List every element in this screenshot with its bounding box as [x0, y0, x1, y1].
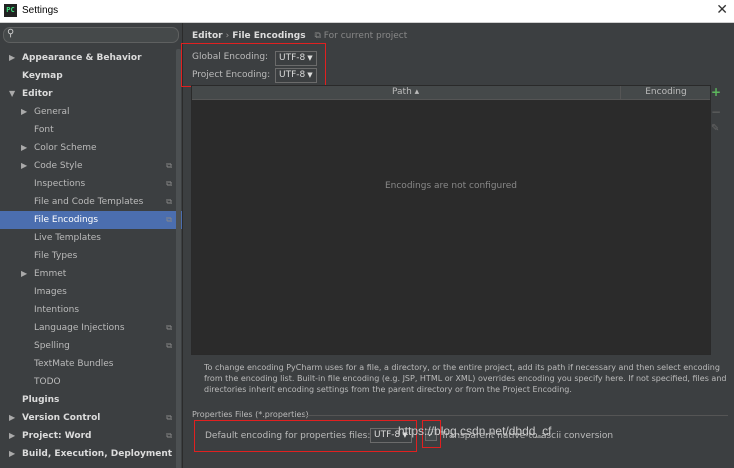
- chevron-right-icon[interactable]: ▶: [9, 445, 15, 463]
- sidebar-item-color-scheme[interactable]: ▶ Color Scheme: [0, 139, 182, 157]
- sidebar-item-label: Keymap: [22, 71, 63, 81]
- table-header: Path ▴ Encoding: [192, 86, 710, 100]
- sidebar-item-todo[interactable]: TODO: [0, 373, 182, 391]
- sidebar-item-label: File Encodings: [34, 215, 99, 225]
- project-scope-icon: ⧉: [166, 215, 172, 224]
- sidebar-scrollbar[interactable]: [176, 49, 181, 468]
- sidebar-item-label: File Types: [34, 251, 78, 261]
- close-icon[interactable]: ✕: [716, 2, 728, 18]
- sidebar-item-editor[interactable]: ▼ Editor: [0, 85, 182, 103]
- project-scope-label: For current project: [323, 31, 408, 41]
- sidebar-item-emmet[interactable]: ▶ Emmet: [0, 265, 182, 283]
- chevron-down-icon[interactable]: ▼: [9, 85, 15, 103]
- highlight-box-encodings: [181, 43, 326, 87]
- properties-section-title: Properties Files (*.properties): [192, 410, 309, 419]
- column-header-encoding[interactable]: Encoding: [620, 86, 711, 99]
- sidebar-item-live-templates[interactable]: Live Templates: [0, 229, 182, 247]
- encodings-table[interactable]: Path ▴ Encoding Encodings are not config…: [191, 85, 711, 355]
- sidebar-item-images[interactable]: Images: [0, 283, 182, 301]
- chevron-right-icon[interactable]: ▶: [21, 265, 27, 283]
- breadcrumb-parent: Editor: [192, 31, 223, 41]
- sidebar-item-general[interactable]: ▶ General: [0, 103, 182, 121]
- chevron-right-icon[interactable]: ▶: [9, 427, 15, 445]
- sidebar-item-build-execution-deployment[interactable]: ▶ Build, Execution, Deployment: [0, 445, 182, 463]
- edit-icon[interactable]: ✎: [711, 123, 719, 134]
- sidebar-item-label: Editor: [22, 89, 53, 99]
- settings-sidebar: ⚲ ▶ Appearance & Behavior Keymap ▼ Editor ▶ Ge…: [0, 23, 183, 468]
- copy-icon: ⧉: [314, 31, 321, 41]
- sidebar-item-code-style[interactable]: ▶ Code Style ⧉: [0, 157, 182, 175]
- highlight-box-properties-encoding: [194, 420, 417, 452]
- sidebar-item-intentions[interactable]: Intentions: [0, 301, 182, 319]
- sidebar-item-label: Color Scheme: [34, 143, 97, 153]
- sidebar-item-label: TODO: [34, 377, 61, 387]
- add-icon[interactable]: +: [711, 85, 721, 99]
- sidebar-item-label: Inspections: [34, 179, 86, 189]
- column-header-path[interactable]: Path ▴: [392, 87, 419, 97]
- sidebar-item-file-types[interactable]: File Types: [0, 247, 182, 265]
- sidebar-item-label: Emmet: [34, 269, 67, 279]
- sidebar-item-inspections[interactable]: Inspections ⧉: [0, 175, 182, 193]
- sidebar-item-label: General: [34, 107, 70, 117]
- sidebar-item-label: Project: Word: [22, 431, 92, 441]
- sidebar-item-label: TextMate Bundles: [34, 359, 114, 369]
- chevron-right-icon[interactable]: ▶: [9, 49, 15, 67]
- sidebar-item-plugins[interactable]: Plugins: [0, 391, 182, 409]
- sidebar-item-label: Spelling: [34, 341, 70, 351]
- remove-icon[interactable]: −: [711, 105, 721, 119]
- title-bar: PC Settings ✕: [0, 0, 734, 23]
- table-empty-text: Encodings are not configured: [384, 181, 518, 191]
- project-scope-icon: ⧉: [166, 179, 172, 188]
- search-icon: ⚲: [7, 28, 15, 39]
- sidebar-item-font[interactable]: Font: [0, 121, 182, 139]
- sidebar-item-file-and-code-templates[interactable]: File and Code Templates ⧉: [0, 193, 182, 211]
- sidebar-item-label: Language Injections: [34, 323, 125, 333]
- encoding-description: To change encoding PyCharm uses for a fi…: [204, 363, 727, 394]
- chevron-right-icon[interactable]: ▶: [21, 103, 27, 121]
- sidebar-item-label: Live Templates: [34, 233, 101, 243]
- settings-tree: ▶ Appearance & Behavior Keymap ▼ Editor ▶ Gene…: [0, 49, 182, 463]
- breadcrumb-separator: ›: [225, 31, 230, 41]
- project-scope-icon: ⧉: [166, 413, 172, 422]
- watermark-text: https://blog.csdn.net/dbdd_cf: [398, 424, 552, 438]
- sidebar-item-label: Version Control: [22, 413, 101, 423]
- sidebar-item-label: File and Code Templates: [34, 197, 144, 207]
- project-scope-icon: ⧉: [166, 323, 172, 332]
- file-encodings-panel: Editor › File Encodings ⧉ For current proj…: [181, 23, 734, 468]
- project-scope-icon: ⧉: [166, 341, 172, 350]
- pycharm-app-icon: PC: [4, 4, 17, 17]
- sidebar-item-label: Images: [34, 287, 67, 297]
- project-scope-icon: ⧉: [166, 431, 172, 440]
- breadcrumb: Editor › File Encodings ⧉ For current proj…: [192, 31, 407, 41]
- sidebar-item-spelling[interactable]: Spelling ⧉: [0, 337, 182, 355]
- sidebar-item-label: Appearance & Behavior: [22, 53, 142, 63]
- sidebar-item-keymap[interactable]: Keymap: [0, 67, 182, 85]
- sidebar-item-textmate-bundles[interactable]: TextMate Bundles: [0, 355, 182, 373]
- project-scope-icon: ⧉: [166, 197, 172, 206]
- sidebar-item-label: Intentions: [34, 305, 80, 315]
- breadcrumb-current: File Encodings: [232, 31, 306, 41]
- chevron-right-icon[interactable]: ▶: [21, 157, 27, 175]
- sidebar-item-project-word[interactable]: ▶ Project: Word ⧉: [0, 427, 182, 445]
- chevron-right-icon[interactable]: ▶: [21, 139, 27, 157]
- sidebar-item-label: Plugins: [22, 395, 60, 405]
- sidebar-item-language-injections[interactable]: Language Injections ⧉: [0, 319, 182, 337]
- sidebar-item-label: Font: [34, 125, 54, 135]
- chevron-right-icon[interactable]: ▶: [9, 409, 15, 427]
- sidebar-item-file-encodings[interactable]: File Encodings ⧉: [0, 211, 182, 229]
- sidebar-item-appearance-behavior[interactable]: ▶ Appearance & Behavior: [0, 49, 182, 67]
- settings-search-input[interactable]: ⚲: [3, 27, 179, 43]
- sidebar-item-label: Build, Execution, Deployment: [22, 449, 173, 459]
- sidebar-item-version-control[interactable]: ▶ Version Control ⧉: [0, 409, 182, 427]
- window-title: Settings: [22, 5, 59, 16]
- project-scope-icon: ⧉: [166, 161, 172, 170]
- section-divider: [303, 415, 728, 416]
- project-scope-note: ⧉ For current project: [314, 31, 407, 41]
- sidebar-item-label: Code Style: [34, 161, 83, 171]
